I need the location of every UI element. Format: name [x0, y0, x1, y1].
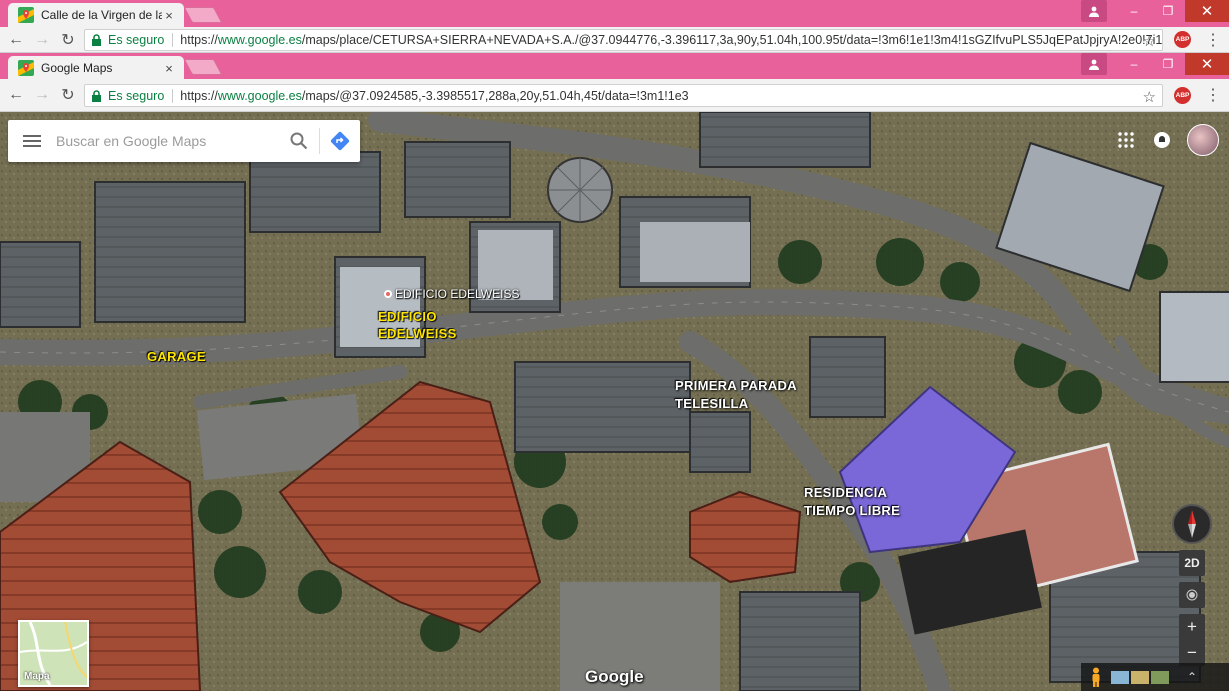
- directions-icon[interactable]: [320, 120, 360, 162]
- avatar[interactable]: [1187, 124, 1219, 156]
- url-scheme: https://: [180, 88, 218, 103]
- tabstrip-back: Calle de la Virgen de las × – ❐ ✕: [0, 0, 1229, 27]
- tab-title: Google Maps: [41, 61, 113, 75]
- url-host: www.google.es: [217, 88, 302, 103]
- url-text: https://www.google.es/maps/@37.0924585,-…: [180, 89, 1162, 103]
- compass-icon[interactable]: [1172, 504, 1212, 544]
- annotation-line: TELESILLA: [675, 396, 749, 411]
- search-box: [8, 120, 360, 162]
- adblock-icon[interactable]: ABP: [1174, 86, 1191, 104]
- chevron-up-icon[interactable]: ⌃: [1187, 670, 1197, 684]
- pegman-icon[interactable]: [1089, 667, 1103, 687]
- google-logo: Google: [585, 667, 644, 686]
- tab-close-icon[interactable]: ×: [162, 61, 176, 76]
- minimap-label: Mapa: [24, 671, 50, 682]
- new-tab-button[interactable]: [183, 59, 223, 75]
- forward-arrow-icon[interactable]: →: [29, 86, 55, 104]
- restore-button[interactable]: ❐: [1151, 0, 1185, 22]
- google-maps-favicon-icon: [18, 60, 34, 76]
- lock-icon: [92, 89, 101, 102]
- zoom-control: + −: [1179, 614, 1205, 666]
- annotation-line: EDIFICIO: [378, 309, 437, 324]
- profile-icon[interactable]: [1081, 0, 1107, 22]
- satellite-map[interactable]: EDIFICIO EDELWEISS EDIFICIO EDELWEISS GA…: [0, 112, 1229, 691]
- minimize-button[interactable]: –: [1117, 0, 1151, 22]
- divider: [172, 33, 174, 47]
- profile-icon[interactable]: [1081, 53, 1107, 75]
- address-bar[interactable]: Es seguro https://www.google.es/maps/@37…: [84, 84, 1163, 107]
- tab-calle-virgen[interactable]: Calle de la Virgen de las ×: [8, 3, 184, 27]
- url-text: https://www.google.es/maps/place/CETURSA…: [180, 33, 1162, 47]
- divider: [172, 88, 174, 103]
- notifications-icon[interactable]: [1151, 129, 1173, 151]
- tab-close-icon[interactable]: ×: [162, 8, 176, 23]
- thumbnail[interactable]: [1111, 670, 1129, 684]
- thumbnail[interactable]: [1151, 670, 1169, 684]
- address-bar[interactable]: Es seguro https://www.google.es/maps/pla…: [84, 29, 1163, 51]
- url-scheme: https://: [180, 33, 218, 47]
- bookmark-star-icon[interactable]: ☆: [1143, 32, 1156, 50]
- apps-grid-icon[interactable]: [1115, 129, 1137, 151]
- reload-icon[interactable]: ↻: [55, 30, 81, 50]
- satellite-imagery: [0, 112, 1229, 691]
- map-type-toggle[interactable]: Mapa: [18, 620, 89, 687]
- place-label-text: EDIFICIO EDELWEISS: [395, 287, 520, 301]
- imagery-bar: ⌃: [1081, 663, 1229, 691]
- url-path: /maps/@37.0924585,-3.3985517,288a,20y,51…: [301, 88, 689, 103]
- place-marker[interactable]: EDIFICIO EDELWEISS: [384, 287, 519, 301]
- search-input[interactable]: [56, 133, 279, 149]
- annotation-garage: GARAGE: [147, 349, 206, 364]
- my-location-icon[interactable]: [1179, 582, 1205, 608]
- back-arrow-icon[interactable]: ←: [3, 86, 29, 104]
- annotation-residencia: RESIDENCIA TIEMPO LIBRE: [804, 484, 900, 520]
- back-arrow-icon[interactable]: ←: [3, 31, 29, 49]
- url-host: www.google.es: [217, 33, 302, 47]
- adblock-icon[interactable]: ABP: [1174, 31, 1191, 48]
- annotation-line: PRIMERA PARADA: [675, 378, 797, 393]
- annotation-line: EDELWEISS: [378, 326, 457, 341]
- view-2d-button[interactable]: 2D: [1179, 550, 1205, 576]
- zoom-in-button[interactable]: +: [1179, 614, 1205, 640]
- annotation-edificio-edelweiss: EDIFICIO EDELWEISS: [378, 308, 457, 342]
- new-tab-button[interactable]: [183, 7, 223, 23]
- url-path: /maps/place/CETURSA+SIERRA+NEVADA+S.A./@…: [301, 33, 1162, 47]
- reload-icon[interactable]: ↻: [55, 85, 81, 105]
- close-window-button[interactable]: ✕: [1185, 53, 1229, 75]
- hamburger-menu-icon[interactable]: [8, 135, 56, 147]
- minimize-button[interactable]: –: [1117, 53, 1151, 75]
- search-icon[interactable]: [279, 120, 319, 162]
- annotation-line: TIEMPO LIBRE: [804, 503, 901, 518]
- toolbar-back: ← → ↻ Es seguro https://www.google.es/ma…: [0, 27, 1229, 53]
- window-controls: – ❐ ✕: [1081, 53, 1229, 75]
- thumbnail[interactable]: [1131, 670, 1149, 684]
- account-controls: [1115, 124, 1219, 156]
- map-controls: 2D + −: [1172, 504, 1212, 666]
- bookmark-star-icon[interactable]: ☆: [1143, 88, 1156, 106]
- tab-title: Calle de la Virgen de las: [41, 8, 162, 22]
- annotation-line: RESIDENCIA: [804, 485, 888, 500]
- annotation-primera-parada: PRIMERA PARADA TELESILLA: [675, 377, 797, 413]
- restore-button[interactable]: ❐: [1151, 53, 1185, 75]
- imagery-thumbnails[interactable]: [1111, 670, 1169, 684]
- menu-dots-icon[interactable]: ⋮: [1205, 30, 1221, 50]
- tabstrip-front: Google Maps × – ❐ ✕: [0, 53, 1229, 80]
- toolbar-front: ← → ↻ Es seguro https://www.google.es/ma…: [0, 79, 1229, 112]
- forward-arrow-icon[interactable]: →: [29, 31, 55, 49]
- secure-label: Es seguro: [108, 88, 165, 103]
- secure-label: Es seguro: [108, 33, 165, 47]
- google-maps-favicon-icon: [18, 7, 34, 23]
- window-controls: – ❐ ✕: [1081, 0, 1229, 22]
- place-pin-icon: [384, 290, 392, 298]
- menu-dots-icon[interactable]: ⋮: [1205, 85, 1221, 105]
- lock-icon: [92, 34, 101, 46]
- close-window-button[interactable]: ✕: [1185, 0, 1229, 22]
- tab-google-maps[interactable]: Google Maps ×: [8, 56, 184, 80]
